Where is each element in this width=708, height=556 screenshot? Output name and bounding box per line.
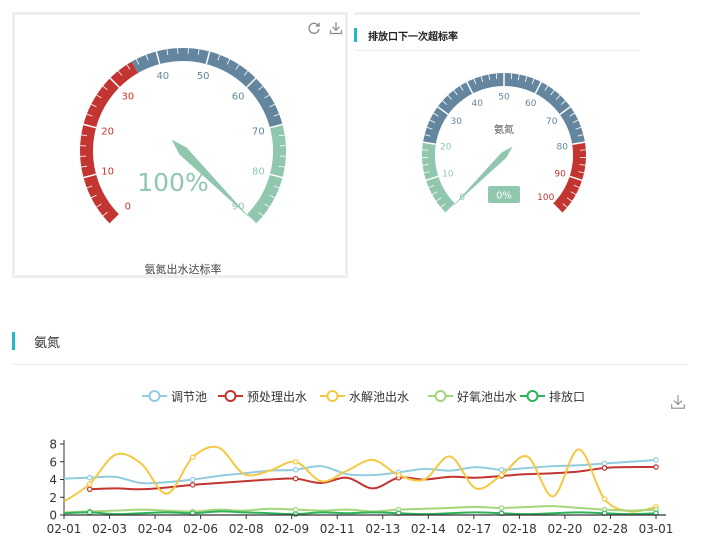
- legend-label: 预处理出水: [247, 389, 308, 404]
- legend-item[interactable]: 水解池出水: [320, 386, 409, 406]
- x-tick-label: 02-14: [411, 522, 446, 536]
- series-point[interactable]: [86, 509, 93, 516]
- series-point[interactable]: [292, 466, 299, 473]
- series-line: [63, 510, 657, 516]
- gauge-tick-label: 70: [546, 117, 558, 127]
- y-tick-label: 6: [49, 455, 57, 469]
- discharge-exceed-panel: 排放口下一次超标率 0 10 20 30 40 50 60 70 80 90 100 氨氮 0%: [354, 12, 640, 240]
- section-accent-bar: [12, 332, 15, 350]
- section-divider: [12, 364, 688, 365]
- ammonia-line-chart: 0 2 4 6 8 02-01 02-03 02-04 02-06 02-08 02-09 02-11…: [47, 438, 674, 537]
- y-tick-label: 0: [49, 509, 57, 523]
- series-point[interactable]: [292, 458, 299, 465]
- series-point[interactable]: [292, 511, 299, 517]
- series-point[interactable]: [86, 486, 93, 493]
- series-line: [63, 505, 657, 514]
- series-point[interactable]: [498, 505, 505, 511]
- legend-label: 水解池出水: [349, 389, 410, 404]
- gauge-tick-label: 80: [252, 167, 265, 178]
- ammonia-compliance-panel: 0102030405060708090100% 氨氮出水达标率: [12, 12, 348, 278]
- series-point[interactable]: [601, 460, 608, 467]
- gauge-caption: 氨氮出水达标率: [144, 263, 222, 276]
- series-point[interactable]: [601, 465, 608, 471]
- gauge-value: 100%: [137, 168, 208, 197]
- legend-item[interactable]: 排放口: [520, 386, 585, 406]
- series-point[interactable]: [86, 481, 93, 487]
- legend-item[interactable]: 预处理出水: [218, 386, 307, 406]
- chart-download-icon[interactable]: [670, 394, 686, 410]
- legend-label: 排放口: [549, 389, 586, 404]
- gauge-tick-label: 100: [537, 193, 554, 203]
- gauge-tick-label: 10: [101, 167, 114, 178]
- gauge-value: 0%: [496, 191, 512, 202]
- legend-label: 调节池: [171, 389, 208, 404]
- chart-legend: 调节池 预处理出水 水解池出水 好氧池出水 排放口: [0, 386, 708, 406]
- gauge-tick: [495, 73, 498, 80]
- x-tick-label: 02-18: [502, 522, 537, 536]
- gauge-tick-label: 50: [498, 93, 510, 103]
- gauge-tick-label: 60: [525, 99, 537, 109]
- legend-symbol: [218, 390, 243, 402]
- x-tick-label: 02-09: [274, 522, 309, 536]
- gauge-tick-label: 40: [156, 71, 169, 82]
- legend-symbol: [428, 390, 453, 402]
- legend-item[interactable]: 调节池: [142, 386, 207, 406]
- legend-label: 好氧池出水: [457, 389, 518, 404]
- gauge-tick-label: 10: [442, 170, 454, 180]
- x-tick-label: 02-13: [365, 522, 400, 536]
- series-point[interactable]: [498, 466, 505, 473]
- series-point[interactable]: [498, 472, 505, 478]
- x-tick-label: 02-01: [47, 522, 82, 536]
- legend-symbol: [142, 390, 167, 402]
- x-tick-label: 02-03: [92, 522, 127, 536]
- gauge-tick-label: 60: [232, 91, 245, 102]
- gauge-tick-label: 50: [197, 71, 210, 82]
- x-tick-label: 03-01: [639, 522, 674, 536]
- gauge-tick-label: 80: [557, 142, 569, 152]
- x-tick-label: 02-08: [229, 522, 264, 536]
- gauge-name: 氨氮: [494, 123, 514, 136]
- series-point[interactable]: [189, 454, 196, 461]
- gauge-tick: [510, 73, 513, 80]
- series-line: [63, 445, 657, 513]
- gauge-tick-label: 70: [252, 126, 265, 137]
- gauge-tick-label: 40: [471, 99, 483, 109]
- series-point[interactable]: [189, 482, 196, 488]
- gauge-tick-label: 20: [101, 126, 114, 137]
- gauge-band-1: [131, 48, 283, 128]
- x-tick-label: 02-28: [593, 522, 628, 536]
- discharge-exceed-gauge: 0102030405060708090100氨氮0%: [422, 73, 586, 214]
- series-point[interactable]: [189, 476, 196, 483]
- x-tick-label: 02-17: [456, 522, 491, 536]
- y-tick-label: 4: [49, 473, 57, 487]
- gauge-tick-label: 90: [554, 170, 566, 180]
- series-point[interactable]: [395, 472, 402, 478]
- x-tick-label: 02-04: [138, 522, 173, 536]
- section-title: 氨氮: [34, 336, 61, 351]
- legend-symbol: [520, 390, 545, 402]
- gauge-tick-label: 30: [451, 117, 463, 127]
- series-point[interactable]: [601, 496, 608, 502]
- legend-item[interactable]: 好氧池出水: [428, 386, 517, 406]
- y-tick-label: 2: [49, 491, 57, 505]
- ammonia-compliance-gauge: 0102030405060708090100%: [80, 48, 286, 225]
- x-tick-label: 02-20: [547, 522, 582, 536]
- series-point[interactable]: [653, 457, 659, 463]
- series-point[interactable]: [292, 475, 299, 482]
- y-tick-label: 8: [49, 438, 57, 452]
- x-tick-label: 02-06: [183, 522, 218, 536]
- gauge-tick-label: 20: [440, 142, 452, 152]
- gauge-tick-label: 30: [121, 91, 134, 102]
- series-point[interactable]: [653, 464, 659, 470]
- legend-symbol: [320, 390, 345, 402]
- series-point[interactable]: [292, 506, 299, 513]
- x-tick-label: 02-11: [320, 522, 355, 536]
- gauge-tick-label: 0: [125, 202, 131, 213]
- series-point[interactable]: [86, 474, 93, 481]
